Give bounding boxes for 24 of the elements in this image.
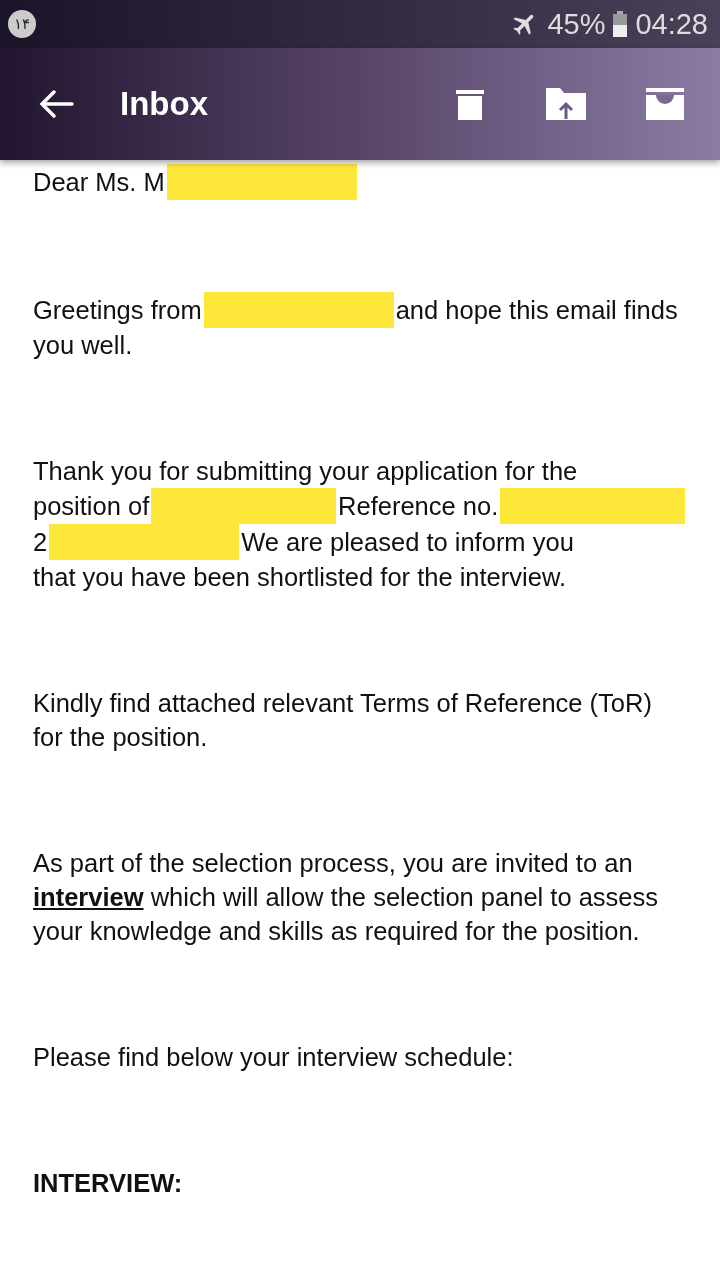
email-paragraph: As part of the selection process, you are invited to an interview which will allow the selection panel to assess your knowledge and skills as required for the position. bbox=[33, 848, 660, 947]
email-text: 2 bbox=[33, 527, 48, 558]
archive-icon[interactable] bbox=[646, 88, 684, 120]
battery-icon bbox=[613, 11, 628, 37]
notification-badge: ۱۴ bbox=[8, 10, 36, 38]
email-text: that you have been shortlisted for the interview. bbox=[33, 562, 566, 593]
folder-upload-icon[interactable] bbox=[546, 88, 586, 120]
email-text: We are pleased to inform you bbox=[241, 527, 574, 558]
email-text: Thank you for submitting your application for the bbox=[33, 456, 578, 487]
battery-percent: 45% bbox=[547, 7, 606, 41]
email-paragraph: INTERVIEW: bbox=[33, 1168, 184, 1199]
email-paragraph: Please find below your interview schedule: bbox=[33, 1042, 515, 1073]
email-text: you well. bbox=[33, 330, 133, 361]
trash-icon[interactable] bbox=[454, 88, 486, 120]
clock: 04:28 bbox=[635, 7, 708, 41]
toolbar-title: Inbox bbox=[120, 85, 209, 123]
email-text: Greetings from bbox=[33, 295, 202, 326]
email-text: position of bbox=[33, 491, 150, 522]
email-text: and hope this email finds bbox=[395, 295, 678, 326]
email-text: Reference no. bbox=[338, 491, 499, 522]
back-icon[interactable] bbox=[38, 89, 74, 119]
interview-link[interactable]: interview bbox=[33, 883, 144, 911]
email-text: Dear Ms. M bbox=[33, 167, 165, 198]
email-paragraph: Kindly find attached relevant Terms of Reference (ToR) for the position. bbox=[33, 688, 653, 753]
